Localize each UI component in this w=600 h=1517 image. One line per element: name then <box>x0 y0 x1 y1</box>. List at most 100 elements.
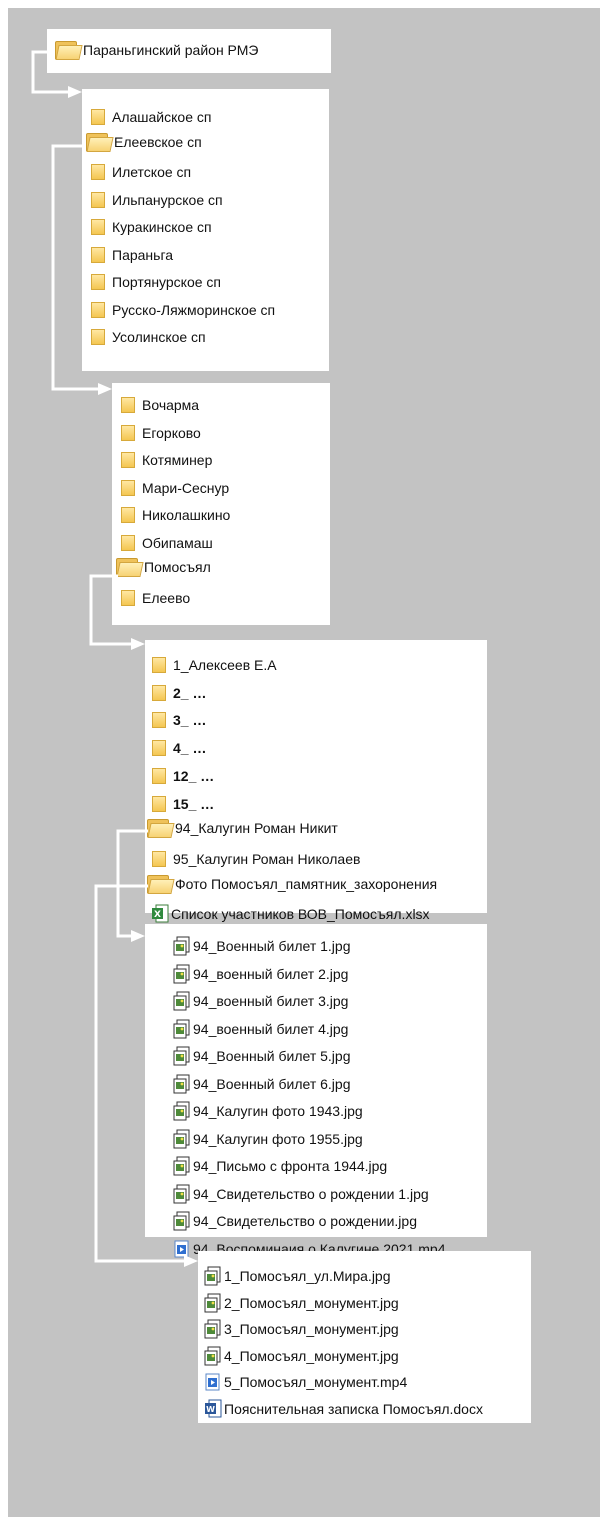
file-item[interactable]: 94_Свидетельство о рождении.jpg <box>173 1209 417 1233</box>
item-label: Куракинское сп <box>112 219 212 235</box>
file-item[interactable]: 94_военный билет 3.jpg <box>173 989 348 1013</box>
file-item[interactable]: 94_Военный билет 6.jpg <box>173 1072 351 1096</box>
item-label: 94_Калугин фото 1955.jpg <box>193 1130 363 1147</box>
image-file-icon <box>173 1101 190 1121</box>
file-item[interactable]: X Список участников ВОВ_Помосъял.xlsx <box>151 902 430 926</box>
folder-icon <box>151 739 167 757</box>
file-item[interactable]: 94_Калугин фото 1955.jpg <box>173 1127 363 1151</box>
folder-item[interactable]: Егорково <box>120 421 201 445</box>
folder-item[interactable]: 4_ … <box>151 736 206 760</box>
video-file-icon <box>205 1373 220 1391</box>
item-label: 94_Калугин фото 1943.jpg <box>193 1103 363 1119</box>
item-label: 94_военный билет 3.jpg <box>193 993 349 1009</box>
file-item[interactable]: 94_Военный билет 1.jpg <box>173 934 351 958</box>
file-item[interactable]: 1_Помосъял_ул.Мира.jpg <box>204 1264 391 1288</box>
item-label: Елеево <box>142 589 191 606</box>
folder-icon <box>90 108 106 126</box>
folder-item[interactable]: Николашкино <box>120 503 230 527</box>
item-label: Вочарма <box>142 397 200 413</box>
image-file-icon <box>173 1156 190 1176</box>
folder-open-icon <box>84 131 112 153</box>
folder-item[interactable]: Усолинское сп <box>90 325 206 349</box>
file-item[interactable]: 94_Свидетельство о рождении 1.jpg <box>173 1182 429 1206</box>
excel-file-icon: X <box>152 904 169 923</box>
item-label: Елеевское сп <box>114 133 202 150</box>
folder-icon <box>120 506 136 524</box>
file-item[interactable]: 94_Письмо с фронта 1944.jpg <box>173 1154 387 1178</box>
folder-item[interactable]: Илетское сп <box>90 160 191 184</box>
item-label: Фото Помосъял_памятник_захоронения <box>175 875 438 892</box>
folder-icon <box>90 301 106 319</box>
image-file-icon <box>204 1346 221 1365</box>
folder-item[interactable]: Обипамаш <box>120 531 213 555</box>
image-file-icon <box>173 1074 190 1093</box>
folder-icon <box>151 795 167 813</box>
folder-item[interactable]: Портянурское сп <box>90 270 221 294</box>
folder-item[interactable]: Куракинское сп <box>90 215 212 239</box>
item-label: 3_Помосъял_монумент.jpg <box>224 1321 399 1337</box>
root-folder[interactable]: Параньгинский район РМЭ <box>53 38 258 62</box>
file-item[interactable]: 2_Помосъял_монумент.jpg <box>204 1291 399 1315</box>
folder-item[interactable]: 12_ … <box>151 764 214 788</box>
folder-item[interactable]: 94_Калугин Роман Никит <box>145 816 338 840</box>
item-label: 95_Калугин Роман Николаев <box>173 850 361 867</box>
folder-item[interactable]: Ильпанурское сп <box>90 188 223 212</box>
folder-item[interactable]: Котяминер <box>120 448 212 472</box>
photo-files-panel: 1_Помосъял_ул.Мира.jpg 2_Помосъял_монумен… <box>198 1251 531 1423</box>
file-item[interactable]: 3_Помосъял_монумент.jpg <box>204 1317 399 1341</box>
item-label: 4_Помосъял_монумент.jpg <box>224 1347 399 1364</box>
file-item[interactable]: 94_военный билет 4.jpg <box>173 1017 348 1041</box>
folder-item[interactable]: Помосъял <box>114 555 211 579</box>
image-file-icon <box>173 1184 190 1203</box>
folder-item[interactable]: 15_ … <box>151 792 214 816</box>
item-label: 15_ … <box>173 795 215 812</box>
item-label: 94_Письмо с фронта 1944.jpg <box>193 1158 388 1174</box>
item-label: Алашайское сп <box>112 109 212 125</box>
folder-icon <box>90 273 106 291</box>
image-file-icon <box>173 936 190 956</box>
folder-item[interactable]: Елеевское сп <box>84 130 202 154</box>
villages-panel: Вочарма Егорково Котяминер Мари-Сеснур Никол… <box>112 383 330 625</box>
folder-item[interactable]: 95_Калугин Роман Николаев <box>151 847 360 871</box>
folder-item[interactable]: 3_ … <box>151 708 206 732</box>
folder-icon <box>120 534 136 552</box>
file-item[interactable]: 5_Помосъял_монумент.mp4 <box>204 1370 407 1394</box>
file-item[interactable]: 4_Помосъял_монумент.jpg <box>204 1344 399 1368</box>
persons-panel: 1_Алексеев Е.А 2_ … 3_ … 4_ … 12_ … 15_ … 94_К… <box>145 640 487 923</box>
item-label: 4_ … <box>173 740 207 757</box>
svg-text:X: X <box>154 910 161 920</box>
item-label: Параньга <box>112 246 174 263</box>
folder-item[interactable]: Фото Помосъял_памятник_захоронения <box>145 872 437 896</box>
item-label: 1_Помосъял_ул.Мира.jpg <box>224 1268 391 1284</box>
folder-item[interactable]: Русско-Ляжморинское сп <box>90 298 275 322</box>
item-label: 94_Калугин Роман Никит <box>175 820 338 837</box>
item-label: Егорково <box>142 424 201 441</box>
folder-item[interactable]: Алашайское сп <box>90 105 211 129</box>
item-label: Пояснительная записка Помосъял.docx <box>224 1400 483 1417</box>
item-label: Обипамаш <box>142 534 213 551</box>
folder-icon <box>120 396 136 414</box>
file-item[interactable]: 94_Военный билет 5.jpg <box>173 1044 351 1068</box>
item-label: 2_Помосъял_монумент.jpg <box>224 1294 399 1311</box>
folder-item[interactable]: 2_ … <box>151 681 206 705</box>
item-label: Помосъял <box>144 559 211 575</box>
folder-icon <box>151 767 167 785</box>
image-file-icon <box>173 1129 190 1148</box>
root-panel: Параньгинский район РМЭ <box>47 29 331 73</box>
root-folder-label: Параньгинский район РМЭ <box>83 42 259 58</box>
item-label: Илетское сп <box>112 164 192 180</box>
folder-icon <box>90 246 106 264</box>
folder-item[interactable]: Мари-Сеснур <box>120 476 229 500</box>
folder-item[interactable]: Параньга <box>90 243 173 267</box>
file-item[interactable]: 94_Калугин фото 1943.jpg <box>173 1099 363 1123</box>
item-label: Котяминер <box>142 452 213 468</box>
file-item[interactable]: 94_военный билет 2.jpg <box>173 962 348 986</box>
file-item[interactable]: W Пояснительная записка Помосъял.docx <box>204 1397 483 1421</box>
folder-item[interactable]: Елеево <box>120 586 190 610</box>
folder-item[interactable]: Вочарма <box>120 393 199 417</box>
item-label: 94_Военный билет 6.jpg <box>193 1075 351 1092</box>
folder-item[interactable]: 1_Алексеев Е.А <box>151 653 277 677</box>
svg-text:W: W <box>206 1405 215 1414</box>
image-file-icon <box>204 1319 221 1339</box>
item-label: Список участников ВОВ_Помосъял.xlsx <box>171 906 430 923</box>
